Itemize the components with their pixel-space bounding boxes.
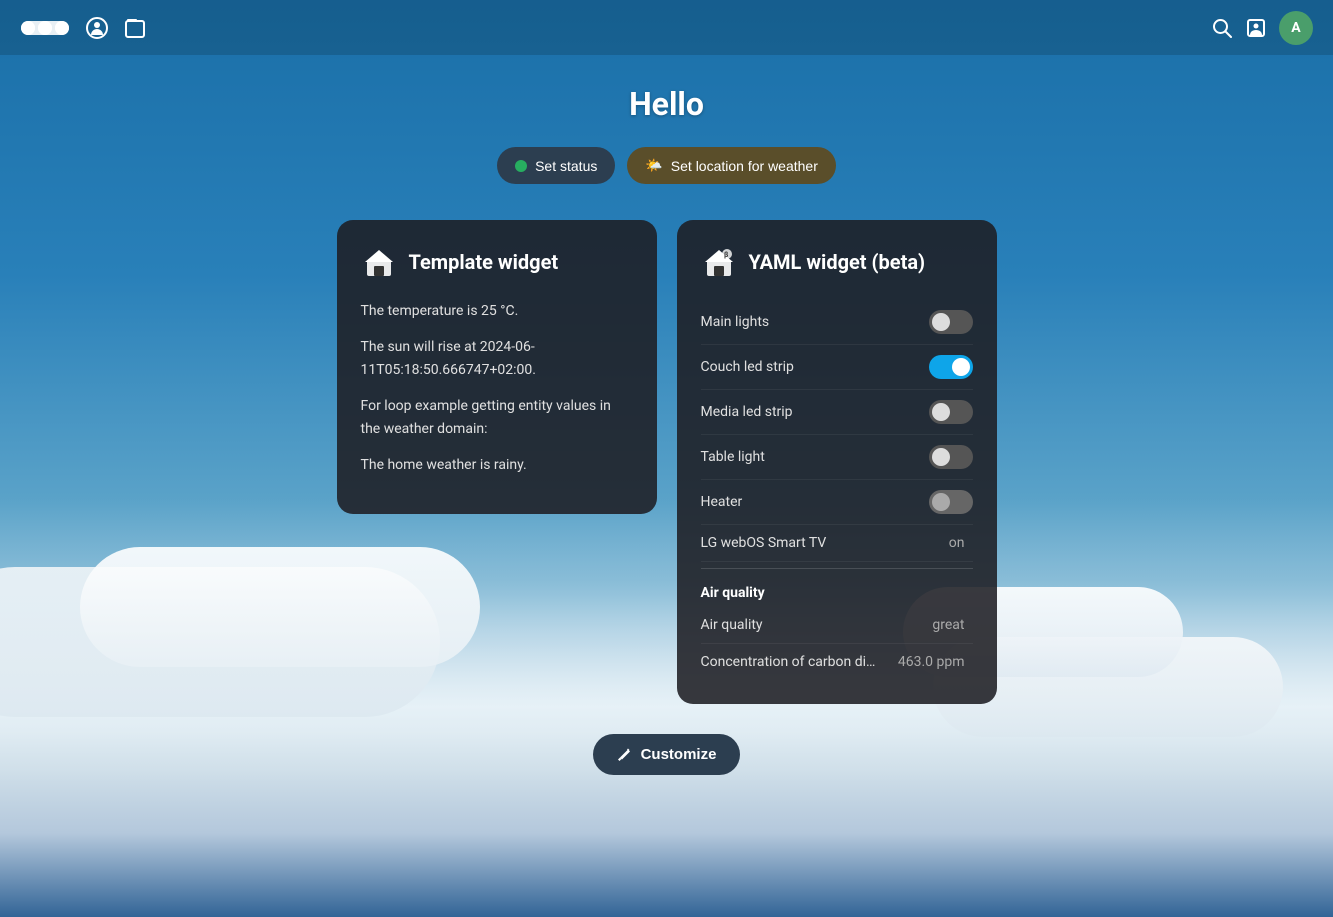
template-line-3: For loop example getting entity values i… bbox=[361, 395, 633, 440]
yaml-widget-icon: β bbox=[701, 244, 737, 280]
logo-svg bbox=[20, 14, 70, 42]
heater-toggle[interactable] bbox=[929, 490, 973, 514]
weather-emoji: 🌤️ bbox=[645, 157, 662, 174]
main-lights-track bbox=[929, 310, 973, 334]
table-light-toggle[interactable] bbox=[929, 445, 973, 469]
yaml-item-main-lights: Main lights bbox=[701, 300, 973, 345]
files-icon-svg bbox=[124, 17, 146, 39]
yaml-widget: β YAML widget (beta) Main lights Couch l… bbox=[677, 220, 997, 704]
table-light-label: Table light bbox=[701, 449, 929, 465]
customize-button[interactable]: Customize bbox=[593, 734, 741, 775]
media-led-toggle[interactable] bbox=[929, 400, 973, 424]
yaml-item-tv: LG webOS Smart TV on bbox=[701, 525, 973, 562]
heater-label: Heater bbox=[701, 494, 929, 510]
air-quality-value: great bbox=[932, 617, 964, 633]
yaml-item-carbon: Concentration of carbon di… 463.0 ppm bbox=[701, 644, 973, 680]
topbar: A bbox=[0, 0, 1333, 55]
carbon-value: 463.0 ppm bbox=[898, 654, 965, 670]
template-widget-content: The temperature is 25 °C. The sun will r… bbox=[361, 300, 633, 476]
yaml-home-icon: β bbox=[703, 246, 735, 278]
main-lights-label: Main lights bbox=[701, 314, 929, 330]
nav-files-icon[interactable] bbox=[124, 17, 146, 39]
contacts-button[interactable] bbox=[1245, 17, 1267, 39]
action-buttons: Set status 🌤️ Set location for weather bbox=[497, 147, 836, 184]
main-lights-thumb bbox=[932, 313, 950, 331]
template-widget-title: Template widget bbox=[409, 250, 559, 274]
yaml-item-air-quality: Air quality great bbox=[701, 607, 973, 644]
air-quality-label: Air quality bbox=[701, 617, 933, 633]
user-avatar[interactable]: A bbox=[1279, 11, 1313, 45]
customize-icon bbox=[617, 747, 633, 763]
set-status-button[interactable]: Set status bbox=[497, 147, 615, 184]
yaml-item-media-led: Media led strip bbox=[701, 390, 973, 435]
template-line-2: The sun will rise at 2024-06-11T05:18:50… bbox=[361, 336, 633, 381]
couch-led-label: Couch led strip bbox=[701, 359, 929, 375]
table-light-track bbox=[929, 445, 973, 469]
home-icon bbox=[363, 246, 395, 278]
search-icon bbox=[1212, 18, 1232, 38]
template-line-4: The home weather is rainy. bbox=[361, 454, 633, 476]
main-lights-toggle[interactable] bbox=[929, 310, 973, 334]
contacts-icon bbox=[1246, 18, 1266, 38]
set-weather-label: Set location for weather bbox=[671, 158, 818, 174]
customize-label: Customize bbox=[641, 746, 717, 763]
set-status-label: Set status bbox=[535, 158, 597, 174]
template-line-1: The temperature is 25 °C. bbox=[361, 300, 633, 322]
page-title: Hello bbox=[629, 85, 704, 123]
topbar-right: A bbox=[1211, 11, 1313, 45]
tv-label: LG webOS Smart TV bbox=[701, 535, 949, 551]
air-quality-section-header: Air quality bbox=[701, 575, 973, 607]
carbon-label: Concentration of carbon di… bbox=[701, 654, 898, 670]
status-icon-svg bbox=[86, 17, 108, 39]
yaml-divider bbox=[701, 568, 973, 569]
media-led-label: Media led strip bbox=[701, 404, 929, 420]
yaml-widget-title: YAML widget (beta) bbox=[749, 250, 926, 274]
yaml-item-heater: Heater bbox=[701, 480, 973, 525]
heater-thumb bbox=[932, 493, 950, 511]
topbar-left bbox=[20, 14, 146, 42]
status-dot bbox=[515, 160, 527, 172]
couch-led-thumb bbox=[952, 358, 970, 376]
template-widget-icon bbox=[361, 244, 397, 280]
main-content: Hello Set status 🌤️ Set location for wea… bbox=[0, 55, 1333, 775]
media-led-track bbox=[929, 400, 973, 424]
template-widget: Template widget The temperature is 25 °C… bbox=[337, 220, 657, 514]
tv-value: on bbox=[949, 535, 965, 551]
yaml-item-table-light: Table light bbox=[701, 435, 973, 480]
nav-status-icon[interactable] bbox=[86, 17, 108, 39]
yaml-widget-header: β YAML widget (beta) bbox=[701, 244, 973, 280]
yaml-item-couch-led: Couch led strip bbox=[701, 345, 973, 390]
couch-led-toggle[interactable] bbox=[929, 355, 973, 379]
svg-text:β: β bbox=[724, 251, 728, 259]
heater-track bbox=[929, 490, 973, 514]
set-weather-button[interactable]: 🌤️ Set location for weather bbox=[627, 147, 836, 184]
template-widget-header: Template widget bbox=[361, 244, 633, 280]
widgets-row: Template widget The temperature is 25 °C… bbox=[337, 220, 997, 704]
couch-led-track bbox=[929, 355, 973, 379]
media-led-thumb bbox=[932, 403, 950, 421]
search-button[interactable] bbox=[1211, 17, 1233, 39]
table-light-thumb bbox=[932, 448, 950, 466]
logo[interactable] bbox=[20, 14, 70, 42]
